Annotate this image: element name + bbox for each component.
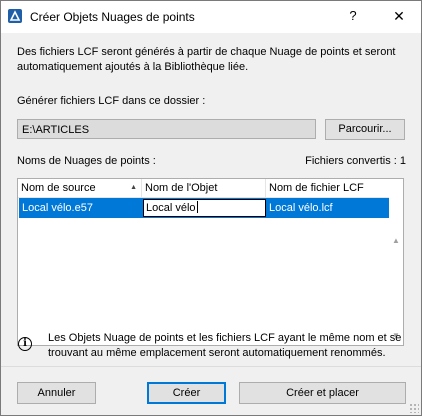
column-header-object-name[interactable]: Nom de l'Objet	[142, 179, 266, 197]
table-header: Nom de source ▲ Nom de l'Objet Nom de fi…	[18, 179, 391, 198]
rename-note: Les Objets Nuage de points et les fichie…	[48, 332, 402, 359]
sort-ascending-icon: ▲	[130, 184, 137, 191]
column-header-label: Nom de source	[21, 182, 96, 194]
point-clouds-label: Noms de Nuages de points :	[17, 155, 156, 167]
column-header-label: Nom de l'Objet	[145, 182, 218, 194]
cancel-button[interactable]: Annuler	[17, 382, 96, 404]
column-header-source-name[interactable]: Nom de source ▲	[18, 179, 142, 197]
column-header-label: Nom de fichier LCF	[269, 182, 364, 194]
footer-divider	[1, 366, 421, 367]
archicad-app-icon	[8, 9, 22, 23]
create-point-cloud-objects-dialog: Créer Objets Nuages de points ? ✕ Des fi…	[0, 0, 422, 416]
info-icon: i	[18, 337, 32, 351]
source-name-cell: Local vélo.e57	[22, 202, 93, 214]
lcf-file-name-cell: Local vélo.lcf	[269, 202, 333, 214]
object-name-value: Local vélo	[146, 202, 196, 214]
info-description: Des fichiers LCF seront générés à partir…	[17, 46, 396, 73]
table-scrollbar[interactable]: ▲ ▼	[389, 179, 403, 345]
scroll-up-icon[interactable]: ▲	[389, 234, 403, 248]
close-button[interactable]: ✕	[387, 6, 411, 26]
text-caret	[196, 201, 198, 213]
converted-files-count: Fichiers convertis : 1	[305, 155, 406, 167]
browse-button[interactable]: Parcourir...	[325, 119, 405, 140]
table-row[interactable]: Local vélo.e57 Local vélo Local vélo.lcf	[19, 198, 390, 218]
dialog-title: Créer Objets Nuages de points	[30, 10, 195, 24]
column-header-lcf-file-name[interactable]: Nom de fichier LCF	[266, 179, 391, 197]
output-folder-label: Générer fichiers LCF dans ce dossier :	[17, 95, 206, 107]
title-bar[interactable]: Créer Objets Nuages de points ? ✕	[1, 1, 421, 32]
dialog-content: Des fichiers LCF seront générés à partir…	[1, 33, 421, 415]
create-and-place-button[interactable]: Créer et placer	[239, 382, 406, 404]
resize-grip-icon[interactable]	[409, 403, 419, 413]
create-button[interactable]: Créer	[147, 382, 226, 404]
output-folder-field: E:\ARTICLES	[17, 119, 316, 139]
point-clouds-table: Nom de source ▲ Nom de l'Objet Nom de fi…	[17, 178, 404, 346]
object-name-input[interactable]: Local vélo	[143, 199, 266, 217]
help-button[interactable]: ?	[341, 6, 365, 26]
